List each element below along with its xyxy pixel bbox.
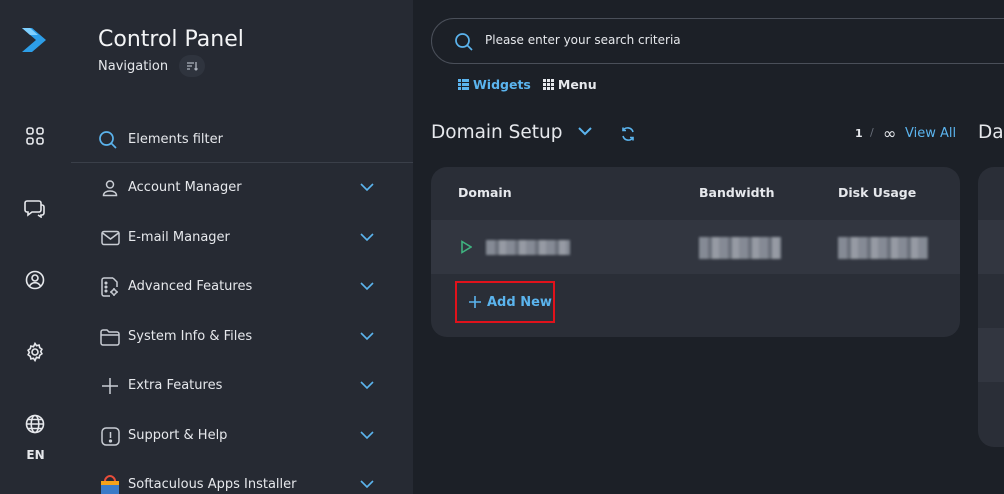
tab-menu[interactable]: Menu: [542, 77, 597, 92]
sidebar-item-label: Account Manager: [128, 180, 242, 195]
sidebar-item-email-manager[interactable]: E-mail Manager: [71, 215, 413, 263]
user-icon: [99, 177, 121, 199]
chevron-down-icon[interactable]: [359, 331, 375, 341]
chevron-down-icon[interactable]: [359, 430, 375, 440]
view-tabs: Widgets Menu: [458, 77, 597, 92]
add-new-button[interactable]: Add New: [455, 281, 555, 323]
sidebar-item-label: Advanced Features: [128, 279, 253, 294]
table-row: [978, 328, 1004, 382]
column-header-domain: Domain: [458, 185, 512, 200]
page-number: 1: [855, 127, 863, 140]
language-label[interactable]: EN: [0, 448, 71, 462]
globe-icon[interactable]: [20, 409, 50, 439]
redacted-domain: [486, 240, 570, 255]
refresh-icon[interactable]: [620, 126, 636, 142]
page-separator: /: [870, 126, 874, 139]
sidebar-item-advanced-features[interactable]: Advanced Features: [71, 264, 413, 312]
search-input[interactable]: [485, 33, 985, 47]
domain-setup-card: Domain Bandwidth Disk Usage Add New: [431, 167, 960, 337]
sidebar-item-system-info-files[interactable]: System Info & Files: [71, 314, 413, 362]
sidebar-item-label: Support & Help: [128, 428, 228, 443]
tab-widgets-label: Widgets: [473, 77, 531, 92]
sidebar-item-softaculous[interactable]: Softaculous Apps Installer: [71, 462, 413, 494]
alert-icon: [99, 425, 121, 447]
chat-icon[interactable]: [20, 193, 50, 223]
profile-icon[interactable]: [20, 265, 50, 295]
search-bar[interactable]: [431, 18, 1004, 64]
tab-menu-label: Menu: [557, 77, 597, 92]
column-header-bandwidth: Bandwidth: [699, 185, 775, 200]
elements-filter-label: Elements filter: [128, 132, 223, 147]
redacted-bandwidth: [699, 237, 781, 259]
main-content: Widgets Menu Domain Setup 1 / ∞ View All…: [413, 0, 1004, 494]
section-title[interactable]: Domain Setup: [431, 122, 563, 143]
navigation-sort-button[interactable]: [179, 55, 205, 77]
page-total: ∞: [883, 124, 897, 143]
folder-icon: [99, 326, 121, 348]
settings-icon[interactable]: [20, 337, 50, 367]
sidebar-item-support-help[interactable]: Support & Help: [71, 413, 413, 461]
sidebar-item-label: E-mail Manager: [128, 230, 230, 245]
chevron-down-icon[interactable]: [359, 380, 375, 390]
panel-title: Control Panel: [98, 27, 244, 52]
sidebar-item-extra-features[interactable]: Extra Features: [71, 363, 413, 411]
play-icon[interactable]: [460, 240, 472, 254]
navigation-panel: Control Panel Navigation Elements filter…: [71, 0, 413, 494]
sidebar-item-account-manager[interactable]: Account Manager: [71, 165, 413, 213]
search-icon: [455, 33, 473, 51]
search-icon: [99, 131, 117, 149]
mail-icon: [99, 227, 121, 249]
chevron-down-icon[interactable]: [359, 281, 375, 291]
next-section-card: [978, 167, 1004, 447]
navigation-subtitle: Navigation: [98, 59, 169, 74]
column-header-disk-usage: Disk Usage: [838, 185, 917, 200]
sidebar-item-label: System Info & Files: [128, 329, 253, 344]
chevron-down-icon[interactable]: [359, 182, 375, 192]
sidebar-item-label: Extra Features: [128, 378, 223, 393]
add-new-label: Add New: [487, 294, 552, 310]
redacted-disk-usage: [838, 237, 928, 259]
table-row: [978, 220, 1004, 274]
view-all-link[interactable]: View All: [905, 126, 956, 141]
sidebar-item-label: Softaculous Apps Installer: [128, 477, 297, 492]
elements-filter[interactable]: Elements filter: [71, 118, 413, 163]
icon-rail: EN: [0, 0, 71, 494]
next-section-title: Da: [978, 122, 1004, 143]
softaculous-icon: [99, 474, 121, 494]
chevron-down-icon[interactable]: [359, 232, 375, 242]
widgets-grid-icon[interactable]: [20, 121, 50, 151]
chevron-down-icon[interactable]: [359, 479, 375, 489]
plus-icon: [469, 296, 481, 308]
tab-widgets[interactable]: Widgets: [458, 77, 531, 92]
table-row[interactable]: [431, 220, 960, 274]
list-icon: [458, 79, 469, 90]
chevron-down-icon[interactable]: [577, 126, 593, 136]
logo-icon[interactable]: [18, 24, 50, 56]
grid-icon: [542, 79, 554, 90]
plus-icon: [99, 375, 121, 397]
document-gear-icon: [99, 276, 121, 298]
